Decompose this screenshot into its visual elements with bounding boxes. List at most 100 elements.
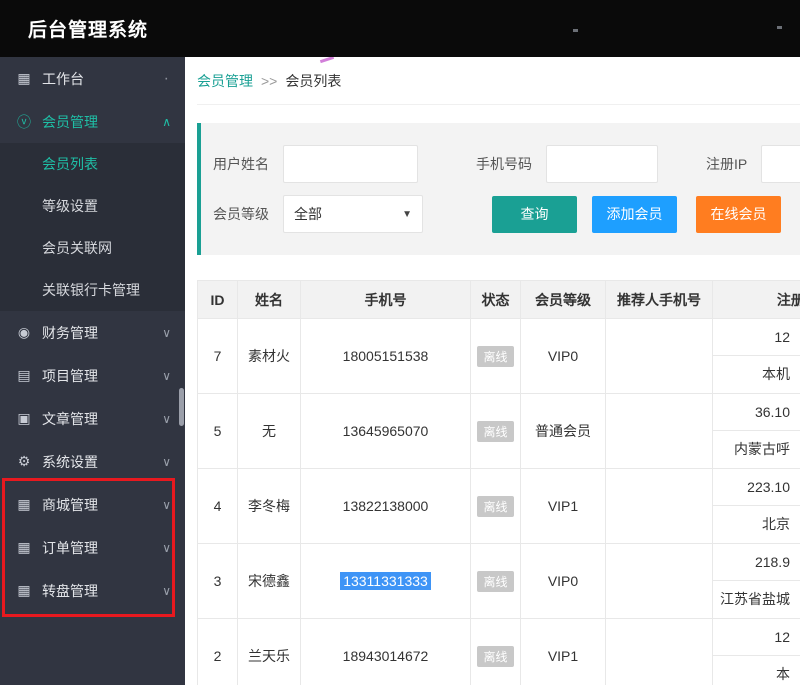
cell-level: 普通会员 [520, 393, 606, 469]
status-badge: 离线 [477, 570, 514, 592]
app-header: 后台管理系统 [0, 0, 800, 57]
grid-icon: ▦ [17, 496, 31, 512]
username-label: 用户姓名 [213, 156, 269, 172]
sidebar-subitem-member-list[interactable]: 会员列表 [0, 143, 185, 185]
cell-register-ip: 218.9 江苏省盐城 [712, 543, 800, 619]
sidebar-item-finance-management[interactable]: ◉ 财务管理 ∨ [0, 311, 185, 354]
sidebar-item-label: 订单管理 [42, 539, 98, 556]
cell-phone: 13645965070 [300, 393, 471, 469]
cell-id: 4 [197, 468, 238, 544]
grid-icon: ▦ [17, 70, 31, 86]
sidebar-item-member-management[interactable]: ⓥ 会员管理 ∧ [0, 100, 185, 143]
sidebar-item-label: 项目管理 [42, 367, 98, 384]
sidebar-subitem-bank-card-management[interactable]: 关联银行卡管理 [0, 269, 185, 311]
sidebar-item-label: 文章管理 [42, 410, 98, 427]
sidebar-item-project-management[interactable]: ▤ 项目管理 ∨ [0, 354, 185, 397]
username-input[interactable] [283, 145, 418, 183]
chevron-down-icon: ∨ [162, 583, 171, 598]
sidebar-item-label: 会员管理 [42, 113, 98, 130]
dot-indicator-icon: · [163, 69, 169, 87]
app-title: 后台管理系统 [28, 20, 149, 41]
chevron-down-icon: ∨ [162, 368, 171, 383]
sidebar-item-workbench[interactable]: ▦ 工作台 · [0, 57, 185, 100]
chevron-down-icon: ∨ [162, 540, 171, 555]
cell-level: VIP1 [520, 468, 606, 544]
cell-status: 离线 [470, 543, 521, 619]
sidebar-item-shop-management[interactable]: ▦ 商城管理 ∨ [0, 483, 185, 526]
cell-register-ip: 12 本机 [712, 318, 800, 394]
cell-register-ip: 223.10 北京 [712, 468, 800, 544]
cell-referrer-phone [605, 318, 713, 394]
cell-phone: 18005151538 [300, 318, 471, 394]
status-badge: 离线 [477, 420, 514, 442]
cell-status: 离线 [470, 393, 521, 469]
query-button[interactable]: 查询 [492, 195, 577, 233]
sidebar-subitem-level-settings[interactable]: 等级设置 [0, 185, 185, 227]
col-header-phone: 手机号 [300, 280, 471, 319]
register-ip-value: 36.10 [713, 394, 800, 431]
add-member-button[interactable]: 添加会员 [592, 195, 677, 233]
member-table: ID 姓名 手机号 状态 会员等级 推荐人手机号 注册IP 7 素材火 1800… [197, 280, 800, 685]
register-ip-value: 12 [713, 619, 800, 656]
member-circle-icon: ⓥ [17, 113, 31, 130]
cell-name: 李冬梅 [237, 468, 301, 544]
sidebar-item-order-management[interactable]: ▦ 订单管理 ∨ [0, 526, 185, 569]
sidebar: ▦ 工作台 · ⓥ 会员管理 ∧ 会员列表 等级设置 会员关联网 关联银行卡管理… [0, 57, 185, 685]
sidebar-item-label: 财务管理 [42, 324, 98, 341]
chevron-down-icon: ∨ [162, 411, 171, 426]
grid-icon: ▦ [17, 582, 31, 598]
cell-register-ip: 12 本 [712, 618, 800, 685]
chevron-down-icon: ∨ [162, 325, 171, 340]
phone-value: 18005151538 [342, 348, 429, 364]
table-row: 7 素材火 18005151538 离线 VIP0 12 本机 [197, 318, 800, 394]
register-ip-location: 北京 [762, 516, 790, 532]
cell-name: 素材火 [237, 318, 301, 394]
cell-id: 7 [197, 318, 238, 394]
breadcrumb-member-management-link[interactable]: 会员管理 [197, 71, 253, 91]
status-badge: 离线 [477, 345, 514, 367]
sidebar-subitem-member-network[interactable]: 会员关联网 [0, 227, 185, 269]
register-ip-location: 本 [776, 666, 790, 682]
grid-icon: ▦ [17, 539, 31, 555]
header-artifact-dot [777, 26, 782, 29]
phone-value: 13645965070 [342, 423, 429, 439]
col-header-level: 会员等级 [520, 280, 606, 319]
sidebar-item-wheel-management[interactable]: ▦ 转盘管理 ∨ [0, 569, 185, 612]
phone-value: 18943014672 [342, 648, 429, 664]
select-arrow-icon: ▼ [402, 208, 412, 220]
register-ip-input[interactable] [761, 145, 800, 183]
sidebar-item-label: 系统设置 [42, 453, 98, 470]
col-header-status: 状态 [470, 280, 521, 319]
sidebar-item-system-settings[interactable]: ⚙ 系统设置 ∨ [0, 440, 185, 483]
register-ip-location: 江苏省盐城 [720, 591, 790, 607]
status-badge: 离线 [477, 645, 514, 667]
col-header-referrer-phone: 推荐人手机号 [605, 280, 713, 319]
table-row: 5 无 13645965070 离线 普通会员 36.10 内蒙古呼 [197, 393, 800, 469]
finance-circle-icon: ◉ [17, 324, 31, 340]
cell-level: VIP0 [520, 318, 606, 394]
cell-level: VIP0 [520, 543, 606, 619]
register-ip-value: 12 [713, 319, 800, 356]
level-select-value: 全部 [294, 206, 322, 222]
cell-name: 兰天乐 [237, 618, 301, 685]
article-icon: ▣ [17, 410, 31, 426]
table-row: 4 李冬梅 13822138000 离线 VIP1 223.10 北京 [197, 468, 800, 544]
online-member-button[interactable]: 在线会员 [696, 195, 781, 233]
level-select[interactable]: 全部 ▼ [283, 195, 423, 233]
status-badge: 离线 [477, 495, 514, 517]
sidebar-item-article-management[interactable]: ▣ 文章管理 ∨ [0, 397, 185, 440]
cell-register-ip: 36.10 内蒙古呼 [712, 393, 800, 469]
phone-input[interactable] [546, 145, 658, 183]
level-label: 会员等级 [213, 206, 269, 222]
sidebar-scrollbar-thumb[interactable] [179, 388, 184, 426]
cell-status: 离线 [470, 618, 521, 685]
cell-name: 宋德鑫 [237, 543, 301, 619]
table-row: 2 兰天乐 18943014672 离线 VIP1 12 本 [197, 618, 800, 685]
cell-referrer-phone [605, 468, 713, 544]
cell-referrer-phone [605, 618, 713, 685]
register-ip-label: 注册IP [706, 156, 748, 172]
selected-phone-text-highlight: 13311331333 [340, 572, 431, 590]
cell-phone: 18943014672 [300, 618, 471, 685]
breadcrumb-separator: >> [261, 72, 278, 89]
register-ip-value: 218.9 [713, 544, 800, 581]
